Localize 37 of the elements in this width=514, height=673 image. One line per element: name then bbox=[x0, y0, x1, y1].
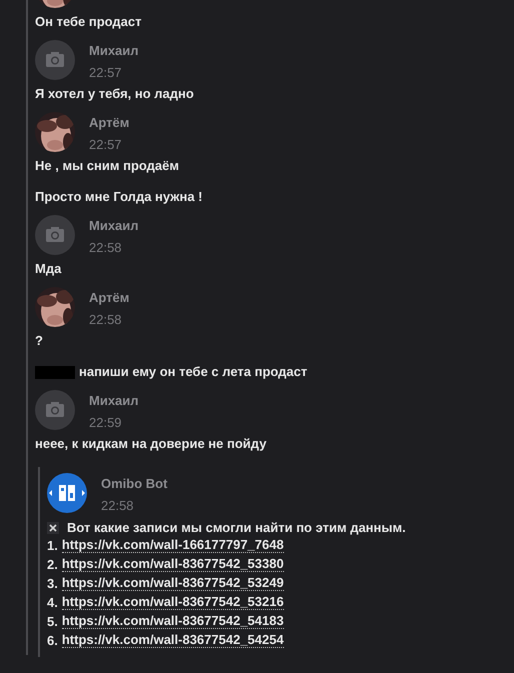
camera-icon bbox=[35, 390, 75, 430]
message-text: Просто мне Голда нужна ! bbox=[35, 189, 203, 205]
message-text: неее, к кидкам на доверие не пойду bbox=[35, 436, 266, 452]
message-time: 22:59 bbox=[89, 415, 123, 431]
message-text: Не , мы сним продаём bbox=[35, 158, 179, 174]
message-text: напиши ему он тебе с лета продаст bbox=[79, 364, 308, 380]
list-number: 2. bbox=[47, 556, 58, 574]
message-text: Я хотел у тебя, но ладно bbox=[35, 86, 194, 102]
message-time: 22:58 bbox=[89, 312, 123, 328]
message-time: 22:57 bbox=[89, 65, 123, 81]
link[interactable]: https://vk.com/wall-166177797_7648 bbox=[62, 537, 284, 553]
link[interactable]: https://vk.com/wall-83677542_53249 bbox=[62, 575, 284, 591]
author-name[interactable]: Артём bbox=[89, 290, 130, 306]
author-name[interactable]: Михаил bbox=[89, 393, 139, 409]
list-number: 3. bbox=[47, 575, 58, 593]
link[interactable]: https://vk.com/wall-83677542_53380 bbox=[62, 556, 284, 572]
message-time: 22:57 bbox=[89, 137, 123, 153]
list-number: 1. bbox=[47, 537, 58, 555]
message-time: 22:58 bbox=[89, 240, 123, 256]
message-text: ? bbox=[35, 333, 43, 349]
message-time: 22:58 bbox=[101, 498, 135, 514]
message-text: Он тебе продаст bbox=[35, 14, 142, 30]
bot-logo-icon bbox=[47, 473, 87, 513]
camera-icon bbox=[35, 215, 75, 255]
message-text: Вот какие записи мы смогли найти по этим данным. bbox=[67, 519, 406, 537]
list-number: 6. bbox=[47, 632, 58, 650]
message-text: Мда bbox=[35, 261, 62, 277]
link[interactable]: https://vk.com/wall-83677542_53216 bbox=[62, 594, 284, 610]
author-name[interactable]: Михаил bbox=[89, 218, 139, 234]
author-name[interactable]: Артём bbox=[89, 115, 130, 131]
camera-icon bbox=[35, 40, 75, 80]
author-name[interactable]: Михаил bbox=[89, 43, 139, 59]
author-name[interactable]: Omibo Bot bbox=[101, 476, 168, 492]
list-number: 5. bbox=[47, 613, 58, 631]
link[interactable]: https://vk.com/wall-83677542_54183 bbox=[62, 613, 284, 629]
list-number: 4. bbox=[47, 594, 58, 612]
link[interactable]: https://vk.com/wall-83677542_54254 bbox=[62, 632, 284, 648]
